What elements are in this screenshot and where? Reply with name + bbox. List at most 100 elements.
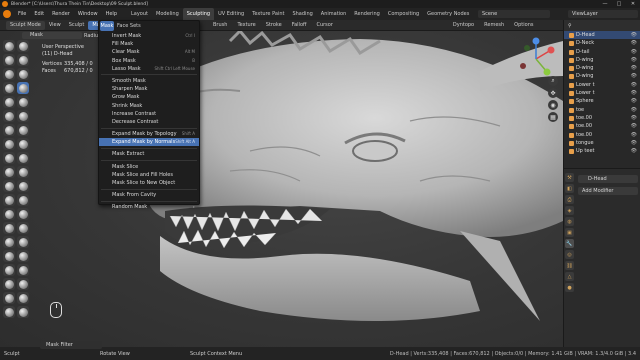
outliner-item[interactable]: D-Neck 👁 — [564, 39, 640, 47]
menu-falloff[interactable]: Falloff — [287, 20, 312, 31]
tool-snake-hook[interactable] — [3, 236, 15, 248]
mask-menu-item[interactable]: Expand Mask by Normals Shift Alt A — [99, 138, 199, 147]
visibility-eye-icon[interactable]: 👁 — [631, 131, 637, 139]
visibility-eye-icon[interactable]: 👁 — [631, 106, 637, 114]
mask-menu-item[interactable]: Shrink Mask — [99, 102, 199, 110]
visibility-eye-icon[interactable]: 👁 — [631, 97, 637, 105]
tool-pose[interactable] — [3, 264, 15, 276]
visibility-eye-icon[interactable]: 👁 — [631, 31, 637, 39]
menu-cursor[interactable]: Cursor — [311, 20, 337, 31]
mask-menu-item[interactable]: Lasso Mask Shift Ctrl Left Mouse — [99, 65, 199, 73]
visibility-eye-icon[interactable]: 👁 — [631, 48, 637, 56]
menu-brush[interactable]: Brush — [208, 20, 232, 31]
tool-thumb[interactable] — [3, 250, 15, 262]
active-tool-field[interactable]: Mask — [22, 32, 82, 39]
menu-texture[interactable]: Texture — [232, 20, 260, 31]
outliner-item[interactable]: D-wing 👁 — [564, 72, 640, 80]
menu-help[interactable]: Help — [102, 8, 121, 20]
visibility-eye-icon[interactable]: 👁 — [631, 72, 637, 80]
visibility-eye-icon[interactable]: 👁 — [631, 56, 637, 64]
add-modifier-button[interactable]: Add Modifier — [578, 187, 638, 195]
mask-menu-item[interactable]: Mask Slice and Fill Holes — [99, 171, 199, 179]
tool-mask[interactable] — [17, 82, 29, 94]
tab-sculpting[interactable]: Sculpting — [182, 8, 215, 20]
tool-box-mask[interactable] — [17, 110, 29, 122]
tool-cloth[interactable] — [17, 54, 29, 66]
tool-grab[interactable] — [3, 222, 15, 234]
dyntopo-toggle[interactable]: Dyntopo — [448, 20, 479, 31]
options-menu[interactable]: Options — [509, 20, 538, 31]
menu-edit[interactable]: Edit — [30, 8, 48, 20]
outliner-item[interactable]: Up teet 👁 — [564, 147, 640, 155]
outliner-item[interactable]: D-Head 👁 — [564, 31, 640, 40]
tool-draw[interactable] — [3, 40, 15, 52]
mask-menu-item[interactable]: Increase Contrast — [99, 110, 199, 118]
tool-rotate-transform[interactable] — [17, 264, 29, 276]
outliner-item[interactable]: toe.00 👁 — [564, 122, 640, 130]
mask-filter-panel[interactable]: Mask Filter — [40, 341, 102, 349]
mask-menu-item[interactable]: Box Mask B — [99, 57, 199, 65]
tab-geometry-nodes[interactable]: Geometry Nodes — [423, 8, 473, 20]
outliner-filter-icon[interactable]: ⚲ — [568, 23, 572, 29]
visibility-eye-icon[interactable]: 👁 — [631, 89, 637, 97]
camera-view-icon[interactable]: ◉ — [548, 100, 558, 110]
mask-menu-item[interactable]: Mask Slice to New Object — [99, 179, 199, 187]
material-props-icon[interactable]: ● — [565, 283, 574, 292]
tool-edit-face-set[interactable] — [17, 222, 29, 234]
outliner-item[interactable]: tongue 👁 — [564, 139, 640, 147]
outliner-item[interactable]: toe 👁 — [564, 106, 640, 114]
physics-props-icon[interactable]: ◎ — [565, 250, 574, 259]
render-props-icon[interactable]: ◧ — [565, 184, 574, 193]
3d-viewport[interactable] — [0, 31, 563, 347]
mode-selector[interactable]: Sculpt Mode — [6, 20, 45, 30]
outliner-item[interactable]: Lower t 👁 — [564, 81, 640, 89]
mask-menu-item[interactable]: Mask From Cavity — [99, 191, 199, 199]
tool-props-icon[interactable]: ⚒ — [565, 173, 574, 182]
tab-compositing[interactable]: Compositing — [384, 8, 423, 20]
visibility-eye-icon[interactable]: 👁 — [631, 64, 637, 72]
mask-menu-item[interactable]: Sharpen Mask — [99, 85, 199, 93]
menu-view[interactable]: View — [45, 20, 65, 31]
tool-flatten[interactable] — [3, 166, 15, 178]
tool-mesh-filter[interactable] — [17, 180, 29, 192]
tool-fill[interactable] — [3, 180, 15, 192]
visibility-eye-icon[interactable]: 👁 — [631, 114, 637, 122]
mask-menu-item[interactable]: Expand Mask by Topology Shift A — [99, 130, 199, 138]
outliner-item[interactable]: D-wing 👁 — [564, 64, 640, 72]
tab-layout[interactable]: Layout — [127, 8, 152, 20]
tool-nudge[interactable] — [3, 278, 15, 290]
tool-color-filter[interactable] — [17, 208, 29, 220]
visibility-eye-icon[interactable]: 👁 — [631, 147, 637, 155]
close-button[interactable]: ✕ — [626, 0, 640, 8]
tool-mask-by-color[interactable] — [17, 236, 29, 248]
tool-simplify[interactable] — [17, 68, 29, 80]
tool-move[interactable] — [17, 250, 29, 262]
menu-file[interactable]: File — [14, 8, 30, 20]
remesh-menu[interactable]: Remesh — [479, 20, 509, 31]
tab-modeling[interactable]: Modeling — [152, 8, 183, 20]
modifier-props-icon[interactable]: 🔧 — [565, 239, 574, 248]
tool-pinch[interactable] — [3, 208, 15, 220]
mask-menu-item[interactable]: Decrease Contrast — [99, 118, 199, 126]
tool-clay[interactable] — [3, 68, 15, 80]
world-props-icon[interactable]: ◍ — [565, 217, 574, 226]
mask-menu-item[interactable]: Grow Mask — [99, 93, 199, 101]
tool-box-trim[interactable] — [17, 152, 29, 164]
tool-box-face-set[interactable] — [17, 138, 29, 150]
tool-layer[interactable] — [3, 96, 15, 108]
properties-object-name[interactable]: D-Head — [578, 175, 638, 183]
viewlayer-selector[interactable]: ViewLayer — [568, 10, 638, 18]
tool-draw-face-sets[interactable] — [17, 96, 29, 108]
tool-line-project[interactable] — [17, 166, 29, 178]
tool-crease[interactable] — [3, 138, 15, 150]
mask-menu-item[interactable]: Fill Mask — [99, 40, 199, 48]
visibility-eye-icon[interactable]: 👁 — [631, 122, 637, 130]
tool-draw-sharp[interactable] — [3, 54, 15, 66]
outliner-item[interactable]: toe.00 👁 — [564, 131, 640, 139]
outliner-item[interactable]: toe.00 👁 — [564, 114, 640, 122]
tool-clay-strips[interactable] — [3, 82, 15, 94]
tab-shading[interactable]: Shading — [288, 8, 316, 20]
outliner-item[interactable]: D-wing 👁 — [564, 56, 640, 64]
mask-menu-item[interactable]: Random Mask ▸ — [99, 203, 199, 211]
maximize-button[interactable]: □ — [612, 0, 626, 8]
